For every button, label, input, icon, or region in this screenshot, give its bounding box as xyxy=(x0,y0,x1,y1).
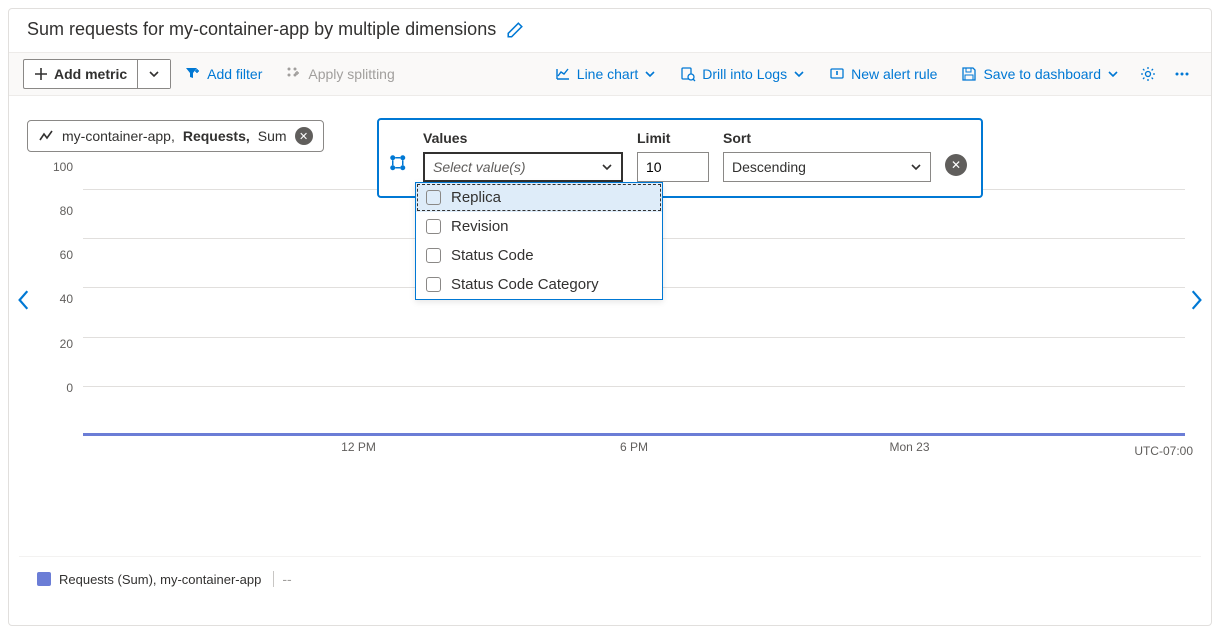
add-filter-button[interactable]: Add filter xyxy=(175,60,272,88)
apply-splitting-button: Apply splitting xyxy=(276,60,404,88)
dropdown-option[interactable]: Revision xyxy=(416,212,662,241)
limit-input[interactable] xyxy=(637,152,709,182)
chevron-down-icon xyxy=(910,161,922,173)
add-metric-caret[interactable] xyxy=(137,60,170,88)
filter-icon xyxy=(185,66,201,82)
checkbox[interactable] xyxy=(426,277,441,292)
toolbar: Add metric Add filter Apply splitting Li… xyxy=(9,52,1211,96)
ellipsis-icon xyxy=(1173,65,1191,83)
checkbox[interactable] xyxy=(426,219,441,234)
remove-splitting-button[interactable]: ✕ xyxy=(945,154,967,176)
legend: Requests (Sum), my-container-app -- xyxy=(19,556,1201,601)
chevron-down-icon xyxy=(644,68,656,80)
settings-button[interactable] xyxy=(1133,59,1163,89)
save-dashboard-button[interactable]: Save to dashboard xyxy=(951,60,1129,88)
legend-swatch xyxy=(37,572,51,586)
timezone-label: UTC-07:00 xyxy=(1134,444,1193,458)
line-chart-icon xyxy=(555,66,571,82)
checkbox[interactable] xyxy=(426,190,441,205)
new-alert-button[interactable]: New alert rule xyxy=(819,60,947,88)
metric-resource: my-container-app, xyxy=(62,128,175,144)
dropdown-option[interactable]: Status Code Category xyxy=(416,270,662,299)
logs-icon xyxy=(680,66,696,82)
chevron-down-icon xyxy=(793,68,805,80)
chart-area: my-container-app, Requests, Sum ✕ Values… xyxy=(9,96,1211,482)
line-chart-button[interactable]: Line chart xyxy=(545,60,666,88)
x-axis: 12 PM 6 PM Mon 23 xyxy=(83,440,1185,470)
split-config-icon xyxy=(389,130,409,174)
values-column: Values Select value(s) xyxy=(423,130,623,182)
metric-agg: Sum xyxy=(258,128,287,144)
split-icon xyxy=(286,66,302,82)
edit-icon[interactable] xyxy=(506,21,524,39)
values-select[interactable]: Select value(s) xyxy=(423,152,623,182)
metrics-panel: Sum requests for my-container-app by mul… xyxy=(8,8,1212,626)
add-metric-button[interactable]: Add metric xyxy=(24,60,137,88)
sort-column: Sort Descending xyxy=(723,130,931,182)
add-metric-group: Add metric xyxy=(23,59,171,89)
y-axis: 0 20 40 60 80 100 xyxy=(27,190,83,436)
dropdown-option[interactable]: Replica xyxy=(416,183,662,212)
save-icon xyxy=(961,66,977,82)
metric-pill[interactable]: my-container-app, Requests, Sum ✕ xyxy=(27,120,324,152)
sort-select[interactable]: Descending xyxy=(723,152,931,182)
sort-label: Sort xyxy=(723,130,931,146)
checkbox[interactable] xyxy=(426,248,441,263)
chevron-down-icon xyxy=(1107,68,1119,80)
legend-label: Requests (Sum), my-container-app xyxy=(59,572,261,587)
values-dropdown: Replica Revision Status Code Status Code… xyxy=(415,182,663,300)
title-row: Sum requests for my-container-app by mul… xyxy=(9,9,1211,52)
data-series-line xyxy=(83,433,1185,436)
chart-title: Sum requests for my-container-app by mul… xyxy=(27,19,496,40)
values-label: Values xyxy=(423,130,623,146)
dropdown-option[interactable]: Status Code xyxy=(416,241,662,270)
drill-logs-button[interactable]: Drill into Logs xyxy=(670,60,815,88)
chevron-down-icon xyxy=(148,68,160,80)
remove-metric-button[interactable]: ✕ xyxy=(295,127,313,145)
metric-name: Requests, xyxy=(183,128,250,144)
plus-icon xyxy=(34,67,48,81)
gear-icon xyxy=(1139,65,1157,83)
more-button[interactable] xyxy=(1167,59,1197,89)
chevron-down-icon xyxy=(601,161,613,173)
alert-icon xyxy=(829,66,845,82)
legend-value: -- xyxy=(273,571,291,587)
limit-column: Limit xyxy=(637,130,709,182)
limit-label: Limit xyxy=(637,130,709,146)
metric-icon xyxy=(38,128,54,144)
